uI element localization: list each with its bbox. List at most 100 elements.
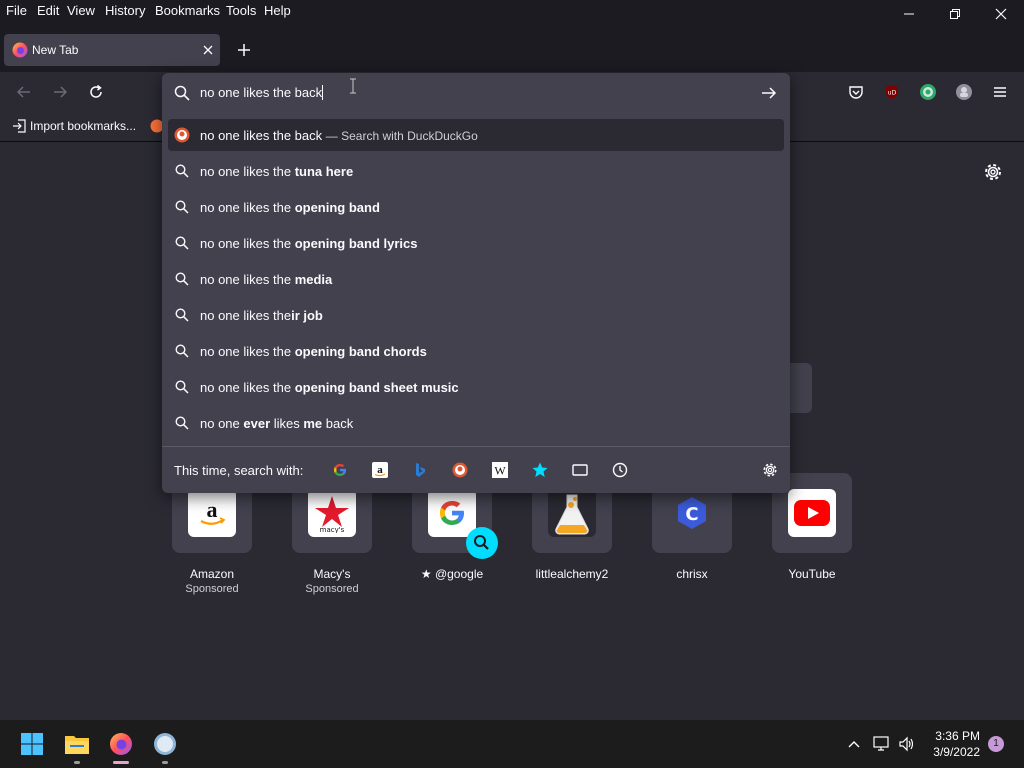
clock-time[interactable]: 3:36 PM	[932, 729, 980, 743]
ublock-extension-button[interactable]: uD	[880, 80, 904, 104]
suggestion-row[interactable]: no one likes the opening band sheet musi…	[168, 371, 784, 403]
suggestion-row[interactable]: no one ever likes me back	[168, 407, 784, 439]
suggestion-row[interactable]: no one likes the opening band chords	[168, 335, 784, 367]
minimize-button[interactable]	[886, 0, 932, 28]
file-explorer-button[interactable]	[63, 730, 91, 758]
search-icon	[174, 163, 190, 179]
suggestion-text: no one likes the opening band sheet musi…	[200, 380, 459, 395]
menu-bar: File Edit View History Bookmarks Tools H…	[0, 0, 1024, 28]
tab-new-tab[interactable]: New Tab	[4, 34, 220, 66]
start-button[interactable]	[18, 730, 46, 758]
suggestion-prefix: no one likes the	[200, 344, 295, 359]
reload-button[interactable]	[84, 80, 108, 104]
suggestion-completion-2: me	[303, 416, 323, 431]
app-taskbar-button[interactable]	[151, 730, 179, 758]
suggestion-completion: opening band sheet music	[294, 380, 459, 395]
new-tab-button[interactable]	[234, 40, 254, 60]
go-arrow-icon[interactable]	[761, 85, 777, 101]
history-icon	[612, 462, 628, 478]
running-indicator	[162, 761, 168, 764]
suggestion-row[interactable]: no one likes the tuna here	[168, 155, 784, 187]
green-circle-extension-icon	[920, 84, 936, 100]
close-icon	[203, 45, 213, 55]
suggestion-duckduckgo[interactable]: no one likes the back — Search with Duck…	[168, 119, 784, 151]
duckduckgo-icon	[452, 462, 468, 478]
url-input[interactable]: no one likes the back	[200, 85, 324, 100]
svg-text:uD: uD	[888, 90, 897, 97]
suggestion-row[interactable]: no one likes their job	[168, 299, 784, 331]
extension-green-button[interactable]	[916, 80, 940, 104]
site-name: littlealchemy2	[535, 567, 609, 581]
menu-file[interactable]: File	[6, 3, 27, 18]
back-button[interactable]	[12, 80, 36, 104]
close-icon	[995, 8, 1007, 20]
suggestion-prefix: no one likes the	[200, 380, 295, 395]
amazon-icon: a	[188, 489, 236, 537]
search-icon	[174, 379, 190, 395]
svg-text:C: C	[685, 504, 698, 525]
extension-gray-button[interactable]	[952, 80, 976, 104]
menu-view[interactable]: View	[67, 3, 95, 18]
restore-button[interactable]	[932, 0, 978, 28]
suggestion-row[interactable]: no one likes the opening band	[168, 191, 784, 223]
url-input-value: no one likes the back	[200, 85, 323, 100]
pocket-button[interactable]	[844, 80, 868, 104]
search-icon	[174, 415, 190, 431]
close-tab-button[interactable]	[200, 42, 216, 58]
app-menu-button[interactable]	[988, 80, 1012, 104]
ublock-origin-icon: uD	[886, 85, 898, 99]
volume-icon[interactable]	[898, 736, 916, 752]
back-arrow-icon	[16, 86, 30, 98]
site-name-text: @google	[434, 567, 484, 581]
menu-edit[interactable]: Edit	[37, 3, 59, 18]
close-window-button[interactable]	[978, 0, 1024, 28]
engine-bing-button[interactable]	[409, 459, 431, 481]
search-settings-button[interactable]	[759, 459, 781, 481]
firefox-taskbar-button[interactable]	[107, 730, 135, 758]
engine-google-button[interactable]	[329, 459, 351, 481]
network-icon[interactable]	[873, 736, 891, 752]
suggestion-row[interactable]: no one likes the opening band lyrics	[168, 227, 784, 259]
bing-icon	[416, 463, 425, 477]
gear-icon	[763, 463, 777, 477]
menu-bookmarks[interactable]: Bookmarks	[155, 3, 220, 18]
menu-help[interactable]: Help	[264, 3, 291, 18]
suggestion-row[interactable]: no one likes the media	[168, 263, 784, 295]
engine-amazon-button[interactable]: a	[369, 459, 391, 481]
suggestion-text: no one ever likes me back	[200, 416, 353, 431]
search-bookmarks-button[interactable]	[529, 459, 551, 481]
one-off-search-bar: This time, search with: a W	[162, 446, 790, 493]
tab-title: New Tab	[32, 43, 79, 57]
hamburger-menu-icon	[994, 87, 1006, 97]
suggestion-prefix: no one likes the	[200, 272, 295, 287]
suggestion-action: — Search with DuckDuckGo	[325, 129, 478, 143]
google-icon	[334, 464, 346, 476]
suggestion-completion: tuna here	[294, 164, 354, 179]
site-name: ★ @google	[392, 567, 512, 581]
url-input-row[interactable]: no one likes the back	[162, 73, 790, 113]
suggestion-middle: likes	[270, 416, 304, 431]
forward-button[interactable]	[48, 80, 72, 104]
clock-date[interactable]: 3/9/2022	[926, 745, 980, 759]
notification-badge[interactable]: 1	[988, 736, 1004, 752]
flask-icon	[548, 489, 596, 537]
pin-icon: ★	[420, 567, 432, 581]
search-tabs-button[interactable]	[569, 459, 591, 481]
suggestion-completion: media	[294, 272, 333, 287]
menu-tools[interactable]: Tools	[226, 3, 256, 18]
suggestion-text: no one likes the opening band lyrics	[200, 236, 417, 251]
site-name: chrisx	[676, 567, 708, 581]
suggestion-completion: opening band lyrics	[294, 236, 418, 251]
chevron-up-icon[interactable]	[848, 738, 860, 750]
gear-icon[interactable]	[982, 161, 1004, 183]
menu-history[interactable]: History	[105, 3, 145, 18]
windows-taskbar: 3:36 PM 3/9/2022 1	[0, 720, 1024, 768]
search-history-button[interactable]	[609, 459, 631, 481]
suggestion-completion: opening band chords	[294, 344, 427, 359]
import-bookmarks-button[interactable]: Import bookmarks...	[12, 119, 136, 133]
amazon-icon: a	[372, 462, 388, 478]
engine-duckduckgo-button[interactable]	[449, 459, 471, 481]
gray-extension-icon	[956, 84, 972, 100]
engine-wikipedia-button[interactable]: W	[489, 459, 511, 481]
suggestion-completion: ever	[243, 416, 271, 431]
